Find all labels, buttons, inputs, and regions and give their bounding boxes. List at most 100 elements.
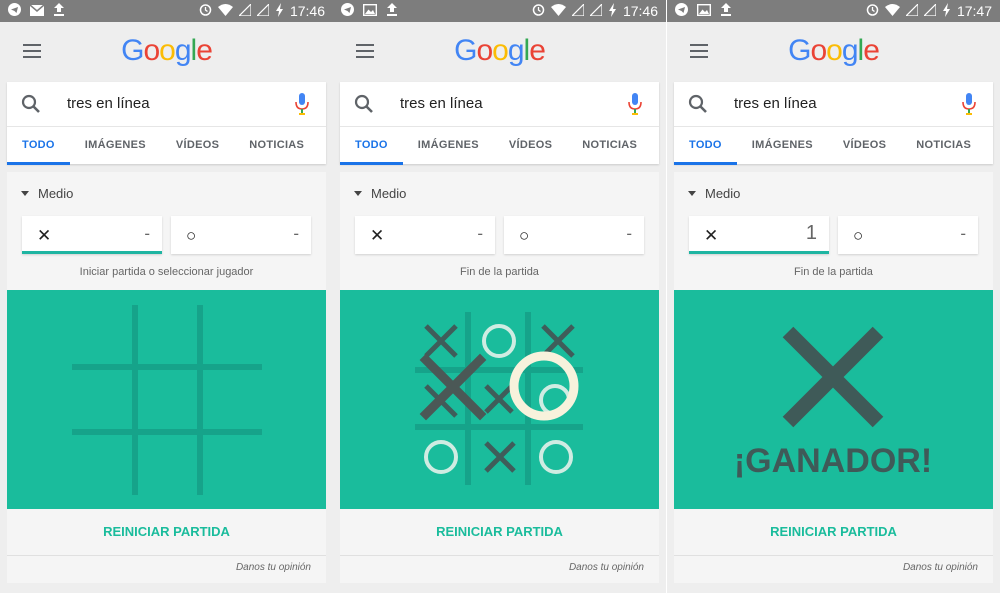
search-input[interactable]: tres en línea (400, 95, 483, 112)
search-card: tres en línea TODO IMÁGENES VÍDEOS NOTIC… (674, 82, 993, 165)
game-status: Fin de la partida (460, 266, 539, 278)
search-box[interactable]: tres en línea (340, 82, 659, 126)
status-bar: 17:47 (667, 0, 1000, 22)
tab-imagenes[interactable]: IMÁGENES (737, 127, 828, 165)
mic-icon[interactable] (295, 93, 309, 120)
o-symbol: ○ (186, 226, 197, 245)
x-score: 1 (805, 222, 817, 244)
clock: 17:46 (289, 3, 325, 19)
mic-icon[interactable] (628, 93, 642, 120)
tab-todo[interactable]: TODO (340, 127, 403, 165)
google-logo[interactable]: Google (0, 34, 333, 68)
search-icon[interactable] (688, 94, 708, 119)
status-bar: 17:46 (333, 0, 666, 22)
tab-todo[interactable]: TODO (7, 127, 70, 165)
winner-x-icon (782, 326, 884, 428)
game-status: Iniciar partida o seleccionar jugador (79, 266, 254, 278)
difficulty-label: Medio (705, 186, 741, 201)
signal-icon (570, 2, 585, 19)
tab-more[interactable]: M (652, 127, 666, 165)
tab-videos[interactable]: VÍDEOS (161, 127, 234, 165)
search-input[interactable]: tres en línea (734, 95, 817, 112)
o-mark (424, 440, 458, 474)
tictactoe-card: Medio ✕ 1 ○ - Fin de la partida ¡GANADOR… (674, 172, 993, 583)
tab-imagenes[interactable]: IMÁGENES (403, 127, 494, 165)
o-mark (539, 440, 573, 474)
reset-button[interactable]: REINICIAR PARTIDA (7, 509, 326, 556)
tab-more[interactable]: M (319, 127, 333, 165)
player-x-button[interactable]: ✕ 1 (689, 216, 829, 254)
tab-imagenes[interactable]: IMÁGENES (70, 127, 161, 165)
player-x-button[interactable]: ✕ - (22, 216, 162, 254)
x-mark (424, 324, 458, 358)
o-symbol: ○ (519, 226, 530, 245)
game-board[interactable]: ¡GANADOR! (674, 290, 993, 509)
phone-screen-2: 17:46 Google tres en línea TODO IMÁGENES… (333, 0, 666, 593)
tab-noticias[interactable]: NOTICIAS (234, 127, 319, 165)
search-icon[interactable] (21, 94, 41, 119)
caret-down-icon (688, 191, 696, 196)
game-board[interactable] (340, 290, 659, 509)
google-logo[interactable]: Google (667, 34, 1000, 68)
search-card: tres en línea TODO IMÁGENES VÍDEOS NOTIC… (7, 82, 326, 165)
tab-noticias[interactable]: NOTICIAS (567, 127, 652, 165)
feedback-link[interactable]: Danos tu opinión (236, 562, 311, 573)
tab-todo[interactable]: TODO (674, 127, 737, 165)
search-box[interactable]: tres en línea (7, 82, 326, 126)
clock: 17:47 (956, 3, 992, 19)
clock: 17:46 (622, 3, 658, 19)
caret-down-icon (21, 191, 29, 196)
search-input[interactable]: tres en línea (67, 95, 150, 112)
player-o-button[interactable]: ○ - (171, 216, 311, 254)
player-x-button[interactable]: ✕ - (355, 216, 495, 254)
app-header: Google (0, 22, 333, 82)
search-tabs: TODO IMÁGENES VÍDEOS NOTICIAS M (340, 126, 659, 165)
battery-charging-icon (275, 2, 284, 20)
game-board[interactable] (7, 290, 326, 509)
reset-button[interactable]: REINICIAR PARTIDA (674, 509, 993, 556)
x-symbol: ✕ (370, 226, 385, 245)
tab-videos[interactable]: VÍDEOS (494, 127, 567, 165)
difficulty-dropdown[interactable]: Medio (21, 186, 73, 201)
feedback-link[interactable]: Danos tu opinión (569, 562, 644, 573)
x-score: - (144, 224, 150, 243)
reset-button[interactable]: REINICIAR PARTIDA (340, 509, 659, 556)
mic-icon[interactable] (962, 93, 976, 120)
x-symbol: ✕ (37, 226, 52, 245)
x-mark (484, 384, 514, 414)
x-score: - (477, 224, 483, 243)
search-icon[interactable] (354, 94, 374, 119)
search-tabs: TODO IMÁGENES VÍDEOS NOTICIAS M (7, 126, 326, 165)
telegram-icon (675, 3, 688, 19)
image-icon (362, 3, 378, 19)
difficulty-label: Medio (371, 186, 407, 201)
difficulty-label: Medio (38, 186, 74, 201)
difficulty-dropdown[interactable]: Medio (688, 186, 740, 201)
tab-noticias[interactable]: NOTICIAS (901, 127, 986, 165)
battery-charging-icon (608, 2, 617, 20)
x-mark (484, 441, 516, 473)
search-box[interactable]: tres en línea (674, 82, 993, 126)
player-o-button[interactable]: ○ - (504, 216, 644, 254)
upload-icon (53, 3, 65, 19)
difficulty-dropdown[interactable]: Medio (354, 186, 406, 201)
signal-icon (588, 2, 603, 19)
game-status: Fin de la partida (794, 266, 873, 278)
app-header: Google (667, 22, 1000, 82)
tictactoe-card: Medio ✕ - ○ - Iniciar partida o seleccio… (7, 172, 326, 583)
phone-screen-1: 17:46 Google tres en línea TODO IMÁGENES… (0, 0, 333, 593)
battery-charging-icon (942, 2, 951, 20)
google-logo[interactable]: Google (333, 34, 666, 68)
tab-videos[interactable]: VÍDEOS (828, 127, 901, 165)
alarm-icon (866, 3, 879, 19)
player-o-button[interactable]: ○ - (838, 216, 978, 254)
feedback-link[interactable]: Danos tu opinión (903, 562, 978, 573)
search-card: tres en línea TODO IMÁGENES VÍDEOS NOTIC… (340, 82, 659, 165)
phone-screen-3: 17:47 Google tres en línea TODO IMÁGENES… (667, 0, 1000, 593)
tab-more[interactable]: M (986, 127, 1000, 165)
signal-icon (904, 2, 919, 19)
winner-text: ¡GANADOR! (734, 442, 932, 480)
alarm-icon (199, 3, 212, 19)
o-score: - (293, 224, 299, 243)
mail-icon (29, 3, 45, 19)
